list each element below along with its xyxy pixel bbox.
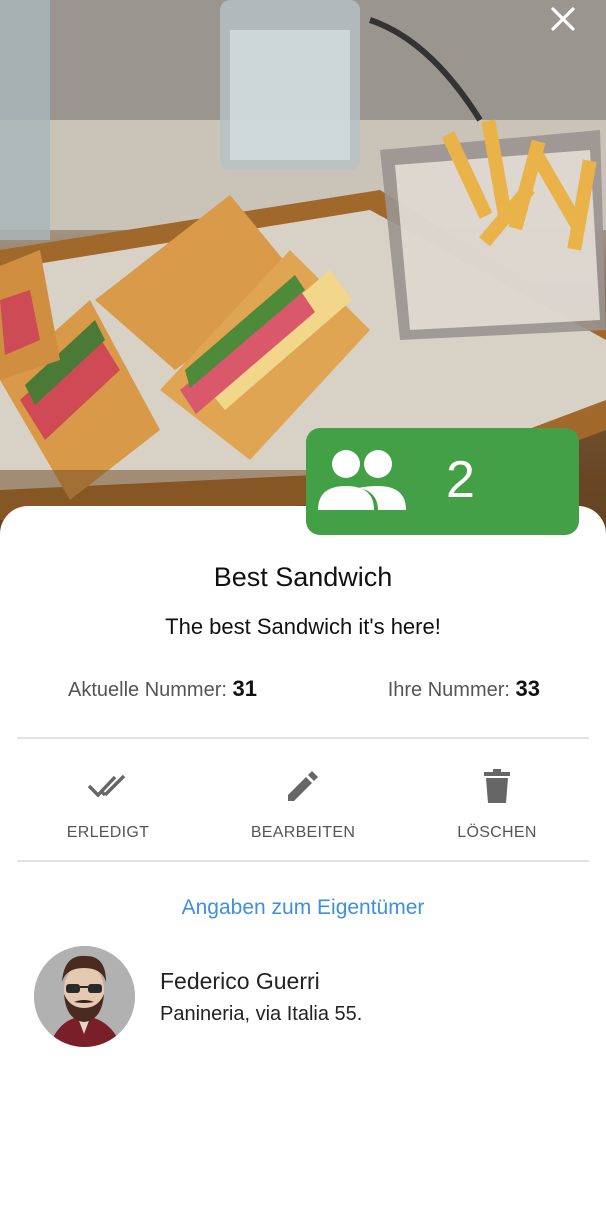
- current-number-label: Aktuelle Nummer:: [68, 679, 227, 701]
- action-bar: ERLEDIGT BEARBEITEN LÖSCHEN: [0, 761, 606, 861]
- your-number: Ihre Nummer: 33: [388, 676, 540, 702]
- your-number-label: Ihre Nummer:: [387, 679, 510, 701]
- item-description: The best Sandwich it's here!: [165, 614, 441, 639]
- item-title: Best Sandwich: [213, 562, 393, 592]
- people-icon: [318, 450, 406, 510]
- queue-count-badge: 2: [306, 428, 579, 535]
- close-icon: [551, 7, 575, 31]
- owner-info-link[interactable]: Angaben zum Eigentümer: [0, 896, 606, 920]
- edit-pencil-icon: [288, 771, 318, 801]
- current-number-value: 31: [232, 676, 257, 701]
- owner-name: Federico Guerri: [160, 968, 320, 994]
- current-number: Aktuelle Nummer: 31: [68, 676, 257, 702]
- trash-icon: [484, 769, 510, 803]
- divider-bottom: [17, 860, 589, 862]
- detail-sheet: Best Sandwich The best Sandwich it's her…: [0, 506, 606, 1210]
- edit-label: BEARBEITEN: [250, 824, 356, 841]
- close-button[interactable]: [550, 6, 584, 40]
- avatar: [34, 946, 135, 1047]
- done-button[interactable]: ERLEDIGT: [38, 761, 178, 842]
- your-number-value: 33: [515, 676, 540, 701]
- owner-address: Panineria, via Italia 55.: [160, 1003, 363, 1025]
- edit-button[interactable]: BEARBEITEN: [233, 761, 373, 842]
- divider-top: [17, 737, 589, 739]
- avatar-illustration: [34, 946, 135, 1047]
- delete-button[interactable]: LÖSCHEN: [427, 761, 567, 842]
- done-label: ERLEDIGT: [66, 824, 150, 841]
- done-all-icon: [87, 774, 126, 798]
- delete-label: LÖSCHEN: [457, 824, 537, 841]
- queue-count: 2: [446, 451, 475, 509]
